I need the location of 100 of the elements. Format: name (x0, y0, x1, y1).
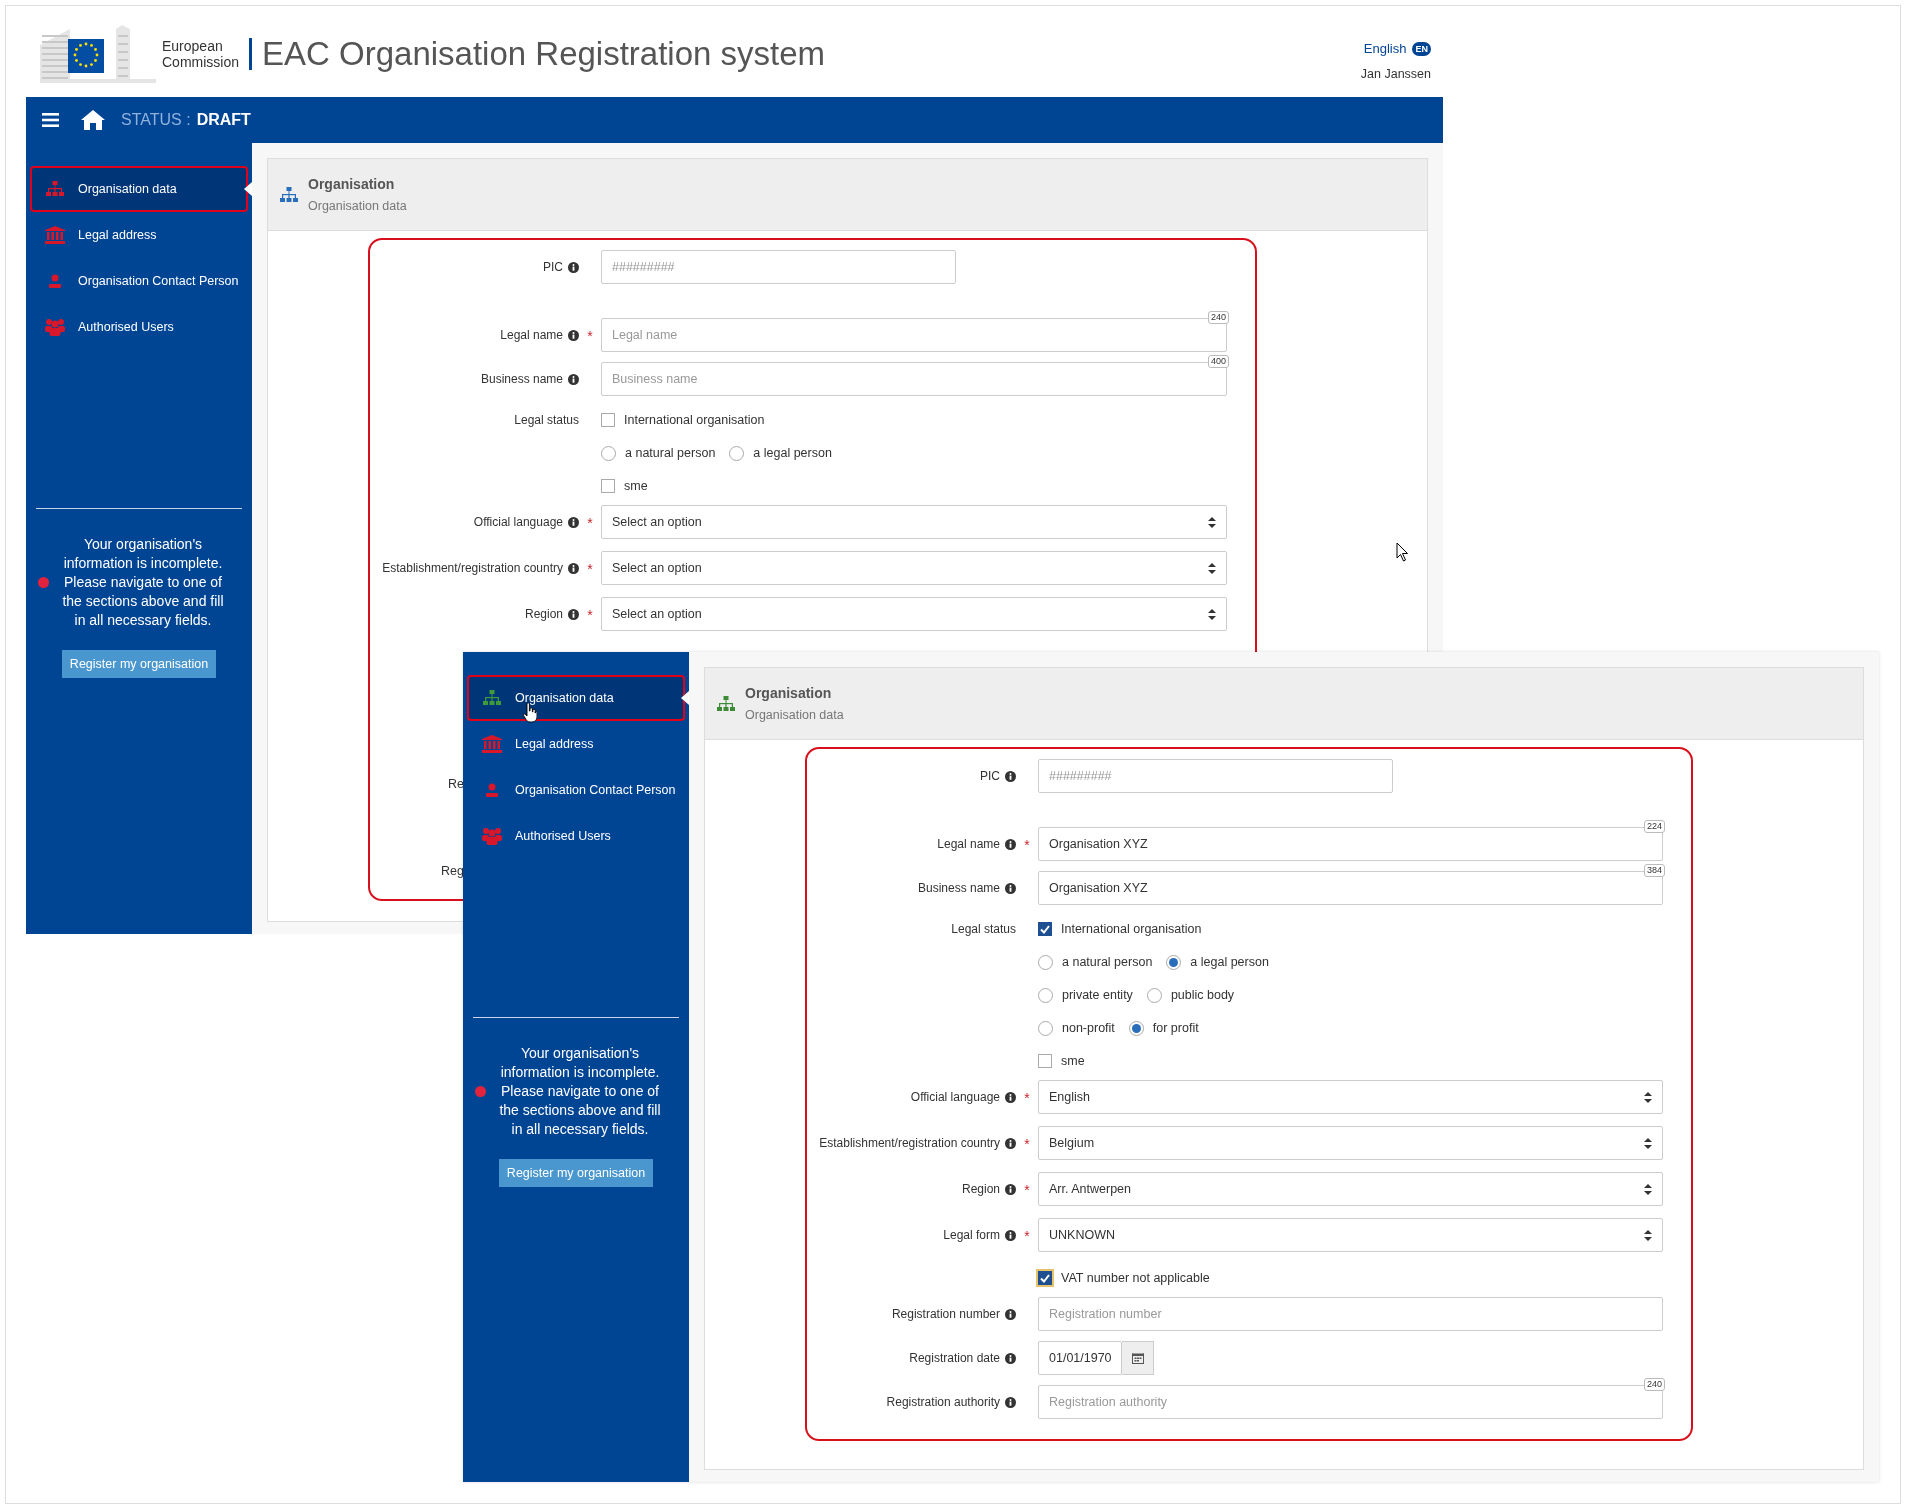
checkbox[interactable] (1038, 1271, 1052, 1285)
checkbox[interactable] (601, 413, 615, 427)
sidebar-item[interactable]: Organisation Contact Person (467, 767, 685, 813)
calendar-icon (1131, 1352, 1144, 1364)
option-label: a natural person (1062, 953, 1153, 971)
radio-button[interactable] (1166, 954, 1182, 970)
required-mark: * (1024, 1137, 1030, 1151)
radio-button[interactable] (1038, 987, 1053, 1003)
required-mark: * (587, 329, 593, 343)
sidebar-item[interactable]: Legal address (30, 212, 248, 258)
option-label: non-profit (1062, 1019, 1115, 1037)
sidebar-item[interactable]: Organisation data (467, 675, 685, 721)
option-label: sme (624, 477, 648, 495)
character-counter: 240 (1207, 311, 1229, 324)
select-field[interactable]: Select an option (601, 505, 1227, 539)
sort-caret-icon (1208, 608, 1216, 620)
radio-button[interactable] (1038, 1020, 1053, 1036)
status-label: STATUS : (121, 110, 191, 130)
checkbox[interactable] (601, 479, 615, 493)
option-label: a natural person (625, 444, 716, 462)
option-label: International organisation (1061, 920, 1202, 938)
required-mark: * (587, 562, 593, 576)
select-field[interactable]: Belgium (1038, 1126, 1663, 1160)
logo-text: Commission (162, 54, 239, 70)
panel-title: Organisation (308, 174, 396, 194)
select-field[interactable]: UNKNOWN (1038, 1218, 1663, 1252)
text-field[interactable]: ######### (1038, 759, 1393, 793)
text-field[interactable]: Registration number (1038, 1297, 1663, 1331)
field-label: Reg (441, 862, 464, 880)
option-label: VAT number not applicable (1061, 1269, 1210, 1287)
field-label: Legal status (514, 412, 579, 429)
hierarchy-icon (46, 181, 64, 197)
select-field[interactable]: Select an option (601, 597, 1227, 631)
option-label: a legal person (1190, 953, 1269, 971)
sidebar-item[interactable]: Authorised Users (467, 813, 685, 859)
sort-caret-icon (1644, 1137, 1652, 1149)
field-label: Legal name (500, 327, 563, 344)
option-label: International organisation (624, 411, 765, 429)
bank-icon (482, 735, 502, 753)
users-icon (482, 827, 502, 845)
panel-subtitle: Organisation data (745, 706, 844, 724)
incomplete-message: Your organisation's information is incomplete. Please navigate to one of the sections above and fill in all necessary fields. (498, 1044, 662, 1139)
logo-icon (40, 25, 156, 83)
character-counter: 384 (1643, 864, 1665, 877)
character-counter: 224 (1643, 820, 1665, 833)
field-label: Official language (473, 514, 563, 531)
field-label: Business name (480, 371, 563, 388)
radio-button[interactable] (1146, 987, 1162, 1003)
sidebar-item[interactable]: Authorised Users (30, 304, 248, 350)
required-mark: * (587, 608, 593, 622)
menu-icon[interactable] (42, 113, 59, 127)
logo-text: European (162, 38, 224, 54)
home-icon[interactable] (81, 110, 105, 130)
select-field[interactable]: Select an option (601, 551, 1227, 585)
text-field[interactable]: ######### (601, 250, 956, 284)
date-field[interactable]: 01/01/1970 (1038, 1341, 1122, 1375)
sidebar-item[interactable]: Organisation data (30, 166, 248, 212)
radio-button[interactable] (1128, 1020, 1144, 1036)
select-field[interactable]: English (1038, 1080, 1663, 1114)
field-label: Establishment/registration country (819, 1135, 1000, 1152)
panel-subtitle: Organisation data (308, 197, 407, 215)
sort-caret-icon (1644, 1091, 1652, 1103)
character-counter: 400 (1207, 355, 1229, 368)
required-mark: * (1024, 838, 1030, 852)
required-mark: * (1024, 1091, 1030, 1105)
sort-caret-icon (1644, 1183, 1652, 1195)
language-badge: EN (1412, 41, 1431, 56)
sidebar-item[interactable]: Legal address (467, 721, 685, 767)
field-label: Region (524, 606, 563, 623)
radio-button[interactable] (1038, 954, 1053, 970)
app-title: EAC Organisation Registration system (262, 34, 826, 75)
radio-button[interactable] (729, 445, 745, 461)
select-field[interactable]: Arr. Antwerpen (1038, 1172, 1663, 1206)
required-mark: * (1024, 1229, 1030, 1243)
sidebar-item[interactable]: Organisation Contact Person (30, 258, 248, 304)
incomplete-message: Your organisation's information is incomplete. Please navigate to one of the sections above and fill in all necessary fields. (61, 535, 225, 630)
hand-cursor-icon (523, 703, 537, 723)
field-label: Legal form (943, 1227, 1000, 1244)
bank-icon (45, 226, 65, 244)
character-counter: 240 (1643, 1378, 1665, 1391)
field-label: Official language (910, 1089, 1000, 1106)
field-label: Registration date (909, 1350, 1000, 1367)
field-label: Registration authority (886, 1394, 1000, 1411)
users-icon (45, 318, 65, 336)
field-label: Establishment/registration country (382, 560, 563, 577)
person-icon (49, 274, 61, 288)
field-label: PIC (543, 259, 563, 276)
checkbox[interactable] (1038, 922, 1052, 936)
option-label: private entity (1062, 986, 1133, 1004)
field-label: Business name (917, 880, 1000, 897)
checkbox[interactable] (1038, 1054, 1052, 1068)
calendar-button[interactable] (1122, 1341, 1154, 1375)
radio-button[interactable] (601, 445, 616, 461)
sort-caret-icon (1644, 1229, 1652, 1241)
field-label: Re (448, 775, 464, 793)
sort-caret-icon (1208, 562, 1216, 574)
language-link[interactable]: English (1363, 39, 1407, 59)
hierarchy-icon (483, 690, 501, 706)
option-label: for profit (1152, 1019, 1199, 1037)
option-label: sme (1061, 1052, 1085, 1070)
